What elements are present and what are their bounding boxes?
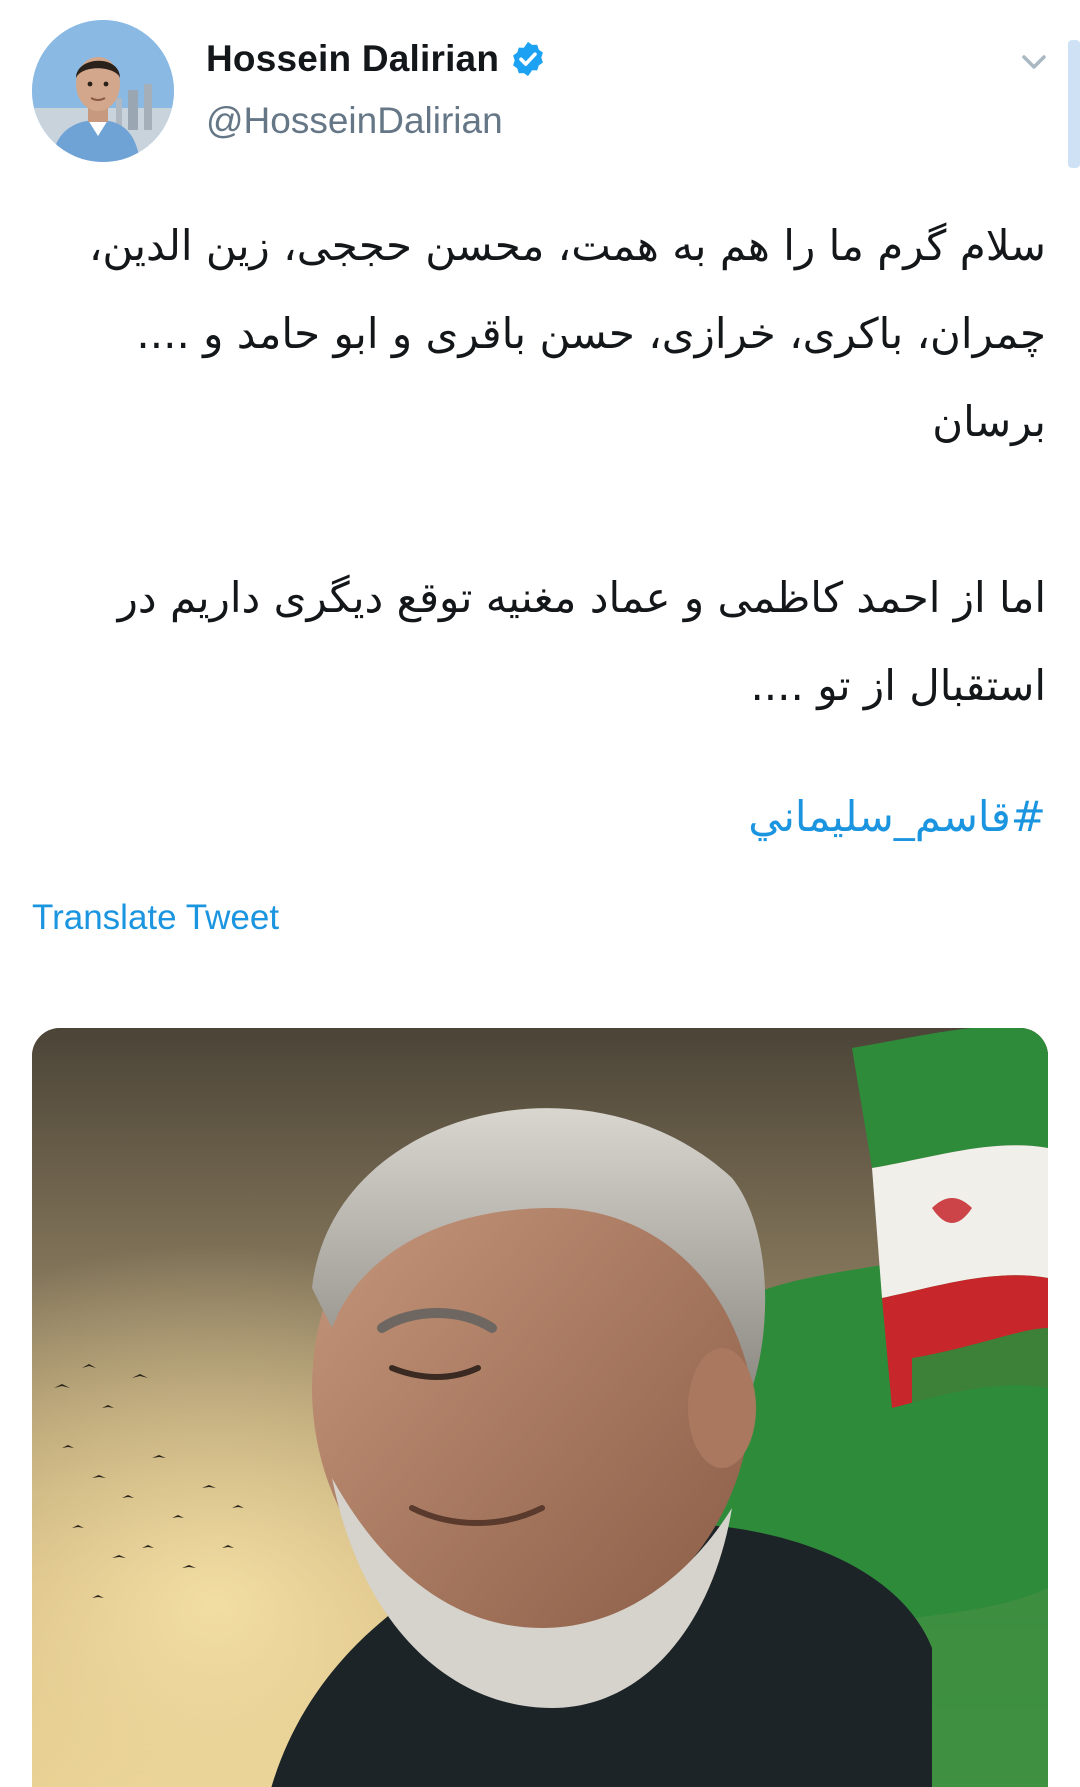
author-handle[interactable]: @HosseinDalirian [206, 100, 503, 142]
author-avatar[interactable] [32, 20, 174, 162]
scrollbar[interactable] [1068, 40, 1080, 168]
tweet-card: Hossein Dalirian @HosseinDalirian سلام گ… [0, 0, 1080, 1787]
translate-tweet-link[interactable]: Translate Tweet [32, 898, 279, 938]
author-name-row[interactable]: Hossein Dalirian [206, 32, 547, 86]
tweet-media-image[interactable] [32, 1028, 1048, 1787]
hashtag-link[interactable]: #قاسم_سليماني [748, 792, 1046, 841]
verified-badge-icon [509, 40, 547, 78]
author-display-name[interactable]: Hossein Dalirian [206, 38, 499, 80]
tweet-text: سلام گرم ما را هم به همت، محسن حججی، زین… [32, 202, 1046, 730]
chevron-down-icon[interactable] [1016, 44, 1052, 80]
tweet-paragraph: اما از احمد کاظمی و عماد مغنیه توقع دیگر… [117, 573, 1046, 710]
tweet-paragraph: سلام گرم ما را هم به همت، محسن حججی، زین… [88, 221, 1046, 446]
